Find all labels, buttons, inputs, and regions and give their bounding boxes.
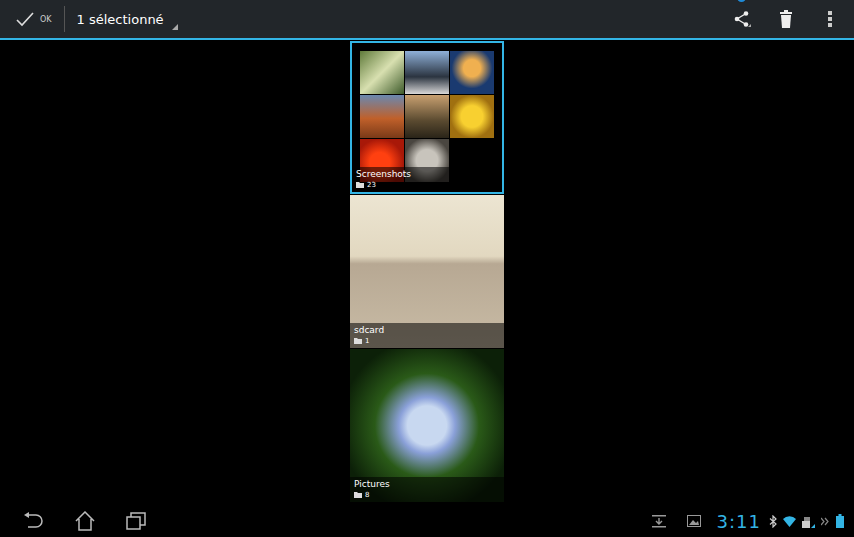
battery-icon — [836, 514, 844, 528]
folder-icon — [356, 182, 364, 188]
gallery-icon — [687, 515, 701, 527]
album-caption: Pictures8 — [350, 477, 504, 502]
photo-thumbnail — [360, 95, 404, 138]
photo-thumbnail — [360, 51, 404, 94]
photo-thumbnail — [450, 51, 494, 94]
overflow-icon — [827, 10, 833, 28]
album-name: sdcard — [354, 325, 500, 336]
done-button[interactable]: OK — [0, 0, 64, 38]
more-icon — [821, 517, 830, 526]
photo-thumbnail — [405, 51, 449, 94]
album-tile[interactable]: Screenshots23 — [350, 41, 504, 194]
bluetooth-icon — [769, 515, 777, 528]
photo-thumbnail — [450, 95, 494, 138]
wifi-icon — [783, 516, 796, 527]
download-icon — [651, 514, 667, 528]
album-caption: Screenshots23 — [352, 167, 502, 192]
album-name: Pictures — [354, 479, 500, 490]
home-icon[interactable] — [74, 511, 96, 531]
overflow-button[interactable] — [820, 9, 840, 29]
dropdown-icon — [172, 24, 178, 30]
album-tile[interactable]: sdcard1 — [350, 195, 504, 348]
album-count: 1 — [365, 337, 369, 345]
album-count: 23 — [367, 181, 376, 189]
indicator-dot — [737, 0, 746, 2]
selection-count: 1 sélectionné — [77, 12, 164, 27]
photo-thumbnail — [405, 95, 449, 138]
back-icon[interactable] — [22, 512, 44, 530]
album-name: Screenshots — [356, 169, 498, 180]
check-icon — [16, 11, 34, 27]
done-label: OK — [40, 15, 52, 24]
share-button[interactable] — [732, 9, 752, 29]
trash-icon — [779, 10, 793, 28]
signal-icon — [802, 515, 815, 528]
album-caption: sdcard1 — [350, 323, 504, 348]
recent-apps-icon[interactable] — [126, 512, 146, 530]
system-bar: 3:11 — [0, 505, 854, 537]
clock: 3:11 — [707, 511, 763, 532]
album-tile[interactable]: Pictures8 — [350, 349, 504, 502]
selection-dropdown[interactable]: 1 sélectionné — [65, 0, 186, 38]
delete-button[interactable] — [776, 9, 796, 29]
album-list: Screenshots23 sdcard1 Pictures8 — [0, 40, 854, 505]
folder-icon — [354, 338, 362, 344]
action-bar: OK 1 sélectionné — [0, 0, 854, 40]
share-icon — [733, 10, 751, 28]
folder-icon — [354, 492, 362, 498]
album-count: 8 — [365, 491, 369, 499]
divider — [64, 6, 65, 32]
